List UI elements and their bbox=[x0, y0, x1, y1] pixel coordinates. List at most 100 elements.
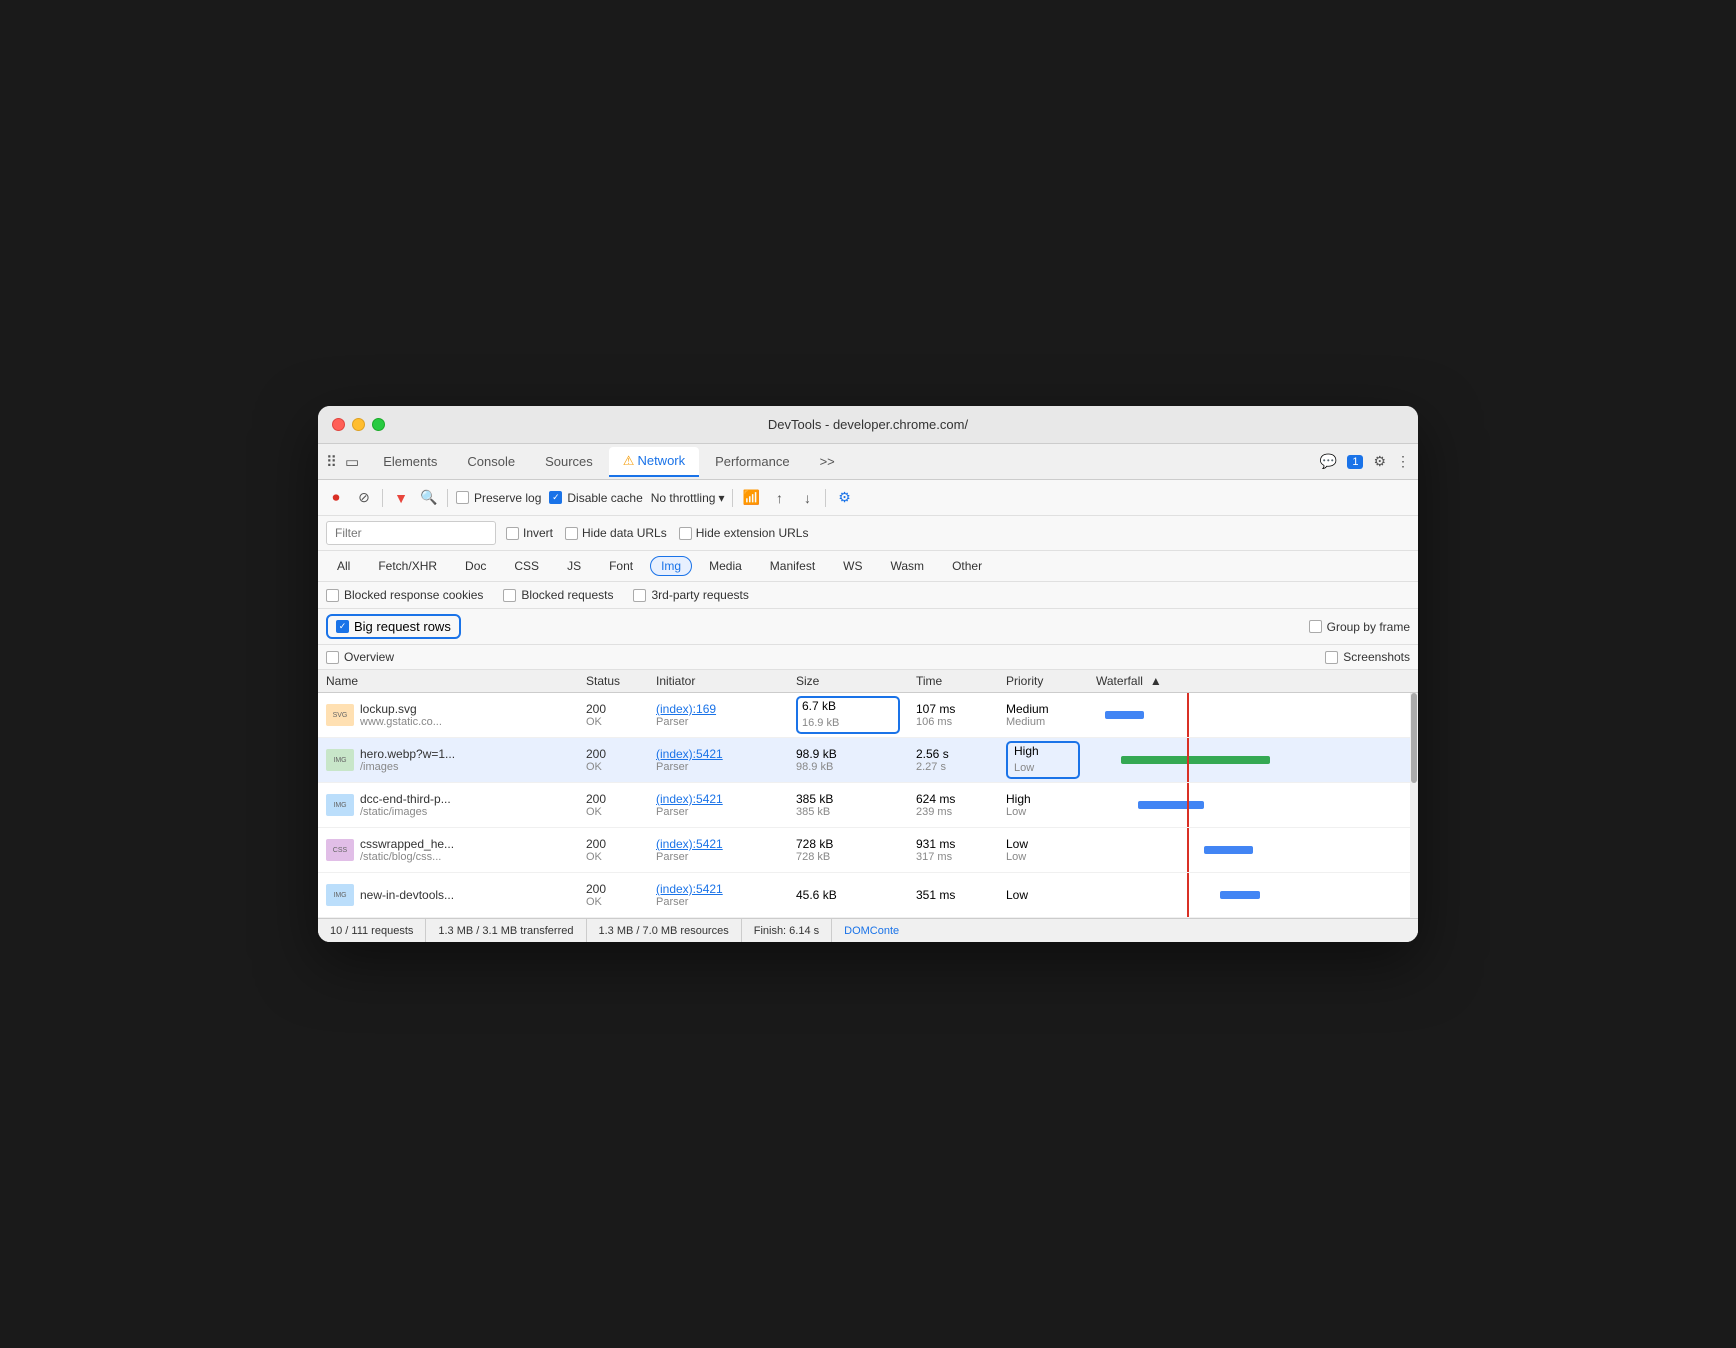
download-icon[interactable]: ↓ bbox=[797, 488, 817, 508]
filter-input[interactable] bbox=[326, 521, 496, 545]
type-filter-other[interactable]: Other bbox=[941, 556, 993, 576]
invert-checkbox[interactable] bbox=[506, 527, 519, 540]
status-resources: 1.3 MB / 7.0 MB resources bbox=[587, 919, 742, 942]
col-priority[interactable]: Priority bbox=[1006, 674, 1096, 688]
initiator-sub: Parser bbox=[656, 716, 780, 728]
initiator-link[interactable]: (index):5421 bbox=[656, 792, 780, 806]
size-cell: 728 kB728 kB bbox=[788, 835, 908, 865]
table-row[interactable]: CSScsswrapped_he.../static/blog/css...20… bbox=[318, 828, 1418, 873]
more-icon[interactable]: ⋮ bbox=[1396, 453, 1410, 470]
message-icon[interactable]: 💬 bbox=[1320, 453, 1337, 470]
hide-data-urls-checkbox[interactable] bbox=[565, 527, 578, 540]
blocked-requests-checkbox[interactable] bbox=[503, 589, 516, 602]
upload-icon[interactable]: ↑ bbox=[769, 488, 789, 508]
device-icon[interactable]: ▭ bbox=[345, 453, 359, 471]
screenshots-item[interactable]: Screenshots bbox=[1325, 650, 1410, 664]
initiator-link[interactable]: (index):5421 bbox=[656, 882, 780, 896]
file-icon: IMG bbox=[326, 794, 354, 816]
col-status[interactable]: Status bbox=[586, 674, 656, 688]
blocked-cookies-checkbox[interactable] bbox=[326, 589, 339, 602]
table-row[interactable]: IMGnew-in-devtools...200OK(index):5421Pa… bbox=[318, 873, 1418, 918]
tab-bar: ⠿ ▭ Elements Console Sources ⚠Network Pe… bbox=[318, 444, 1418, 480]
throttle-chevron-icon: ▾ bbox=[718, 491, 724, 505]
type-filter-img[interactable]: Img bbox=[650, 556, 692, 576]
waterfall-redline bbox=[1187, 738, 1189, 782]
blocked-cookies-item[interactable]: Blocked response cookies bbox=[326, 588, 483, 602]
col-waterfall[interactable]: Waterfall ▲ bbox=[1096, 674, 1380, 688]
group-by-frame-item[interactable]: Group by frame bbox=[1309, 620, 1410, 634]
overview-checkbox[interactable] bbox=[326, 651, 339, 664]
maximize-button[interactable] bbox=[372, 418, 385, 431]
wifi-icon[interactable]: 📶 bbox=[741, 488, 761, 508]
col-name[interactable]: Name bbox=[326, 674, 586, 688]
tab-console[interactable]: Console bbox=[453, 448, 529, 475]
type-filter-all[interactable]: All bbox=[326, 556, 361, 576]
initiator-link[interactable]: (index):5421 bbox=[656, 837, 780, 851]
scrollbar[interactable] bbox=[1410, 693, 1418, 918]
priority-sub: Medium bbox=[1006, 716, 1080, 728]
tab-more[interactable]: >> bbox=[806, 448, 849, 475]
hide-data-urls-option[interactable]: Hide data URLs bbox=[565, 526, 667, 540]
time-main: 931 ms bbox=[916, 837, 990, 851]
gear-settings-icon[interactable]: ⚙ bbox=[834, 488, 854, 508]
separator-3 bbox=[732, 489, 733, 507]
type-filter-ws[interactable]: WS bbox=[832, 556, 873, 576]
type-filter-manifest[interactable]: Manifest bbox=[759, 556, 826, 576]
col-size[interactable]: Size bbox=[796, 674, 916, 688]
filter-icon[interactable]: ▼ bbox=[391, 488, 411, 508]
disable-cache-checkbox[interactable] bbox=[549, 491, 562, 504]
type-filter-doc[interactable]: Doc bbox=[454, 556, 497, 576]
throttle-label: No throttling bbox=[651, 491, 716, 505]
group-by-frame-checkbox[interactable] bbox=[1309, 620, 1322, 633]
hide-data-urls-label: Hide data URLs bbox=[582, 526, 667, 540]
blocked-requests-item[interactable]: Blocked requests bbox=[503, 588, 613, 602]
size-sub: 98.9 kB bbox=[796, 761, 900, 773]
pointer-icon[interactable]: ⠿ bbox=[326, 453, 337, 471]
type-filter-fetch-xhr[interactable]: Fetch/XHR bbox=[367, 556, 448, 576]
tab-sources[interactable]: Sources bbox=[531, 448, 607, 475]
table-row[interactable]: SVGlockup.svgwww.gstatic.co...200OK(inde… bbox=[318, 693, 1418, 738]
tab-elements[interactable]: Elements bbox=[369, 448, 451, 475]
priority-sub: Low bbox=[1006, 851, 1080, 863]
record-stop-icon[interactable]: ⏺ bbox=[326, 488, 346, 508]
time-main: 624 ms bbox=[916, 792, 990, 806]
status-cell: 200OK bbox=[578, 835, 648, 865]
priority-main: High bbox=[1006, 792, 1080, 806]
clear-icon[interactable]: ⊘ bbox=[354, 488, 374, 508]
overview-item[interactable]: Overview bbox=[326, 650, 394, 664]
type-filter-font[interactable]: Font bbox=[598, 556, 644, 576]
third-party-item[interactable]: 3rd-party requests bbox=[633, 588, 748, 602]
table-row[interactable]: IMGdcc-end-third-p.../static/images200OK… bbox=[318, 783, 1418, 828]
type-filter-media[interactable]: Media bbox=[698, 556, 753, 576]
minimize-button[interactable] bbox=[352, 418, 365, 431]
waterfall-redline bbox=[1187, 873, 1189, 917]
tab-network[interactable]: ⚠Network bbox=[609, 447, 699, 477]
name-texts: csswrapped_he.../static/blog/css... bbox=[360, 837, 454, 863]
third-party-checkbox[interactable] bbox=[633, 589, 646, 602]
preserve-log-checkbox[interactable] bbox=[456, 491, 469, 504]
file-name: dcc-end-third-p... bbox=[360, 792, 451, 806]
waterfall-cell bbox=[1088, 783, 1418, 827]
initiator-link[interactable]: (index):5421 bbox=[656, 747, 780, 761]
scrollbar-thumb[interactable] bbox=[1411, 693, 1417, 783]
type-filter-wasm[interactable]: Wasm bbox=[880, 556, 936, 576]
waterfall-redline bbox=[1187, 828, 1189, 872]
big-request-checkbox[interactable] bbox=[336, 620, 349, 633]
invert-option[interactable]: Invert bbox=[506, 526, 553, 540]
throttle-select[interactable]: No throttling ▾ bbox=[651, 491, 725, 505]
waterfall-cell bbox=[1088, 693, 1418, 737]
tab-performance[interactable]: Performance bbox=[701, 448, 803, 475]
initiator-link[interactable]: (index):169 bbox=[656, 702, 780, 716]
col-initiator[interactable]: Initiator bbox=[656, 674, 796, 688]
col-time[interactable]: Time bbox=[916, 674, 1006, 688]
search-icon[interactable]: 🔍 bbox=[419, 488, 439, 508]
type-filter-js[interactable]: JS bbox=[556, 556, 592, 576]
waterfall-bar bbox=[1204, 846, 1254, 854]
settings-icon[interactable]: ⚙ bbox=[1373, 453, 1386, 470]
hide-ext-urls-option[interactable]: Hide extension URLs bbox=[679, 526, 809, 540]
close-button[interactable] bbox=[332, 418, 345, 431]
type-filter-css[interactable]: CSS bbox=[503, 556, 550, 576]
hide-ext-urls-checkbox[interactable] bbox=[679, 527, 692, 540]
screenshots-checkbox[interactable] bbox=[1325, 651, 1338, 664]
table-row[interactable]: IMGhero.webp?w=1.../images200OK(index):5… bbox=[318, 738, 1418, 783]
